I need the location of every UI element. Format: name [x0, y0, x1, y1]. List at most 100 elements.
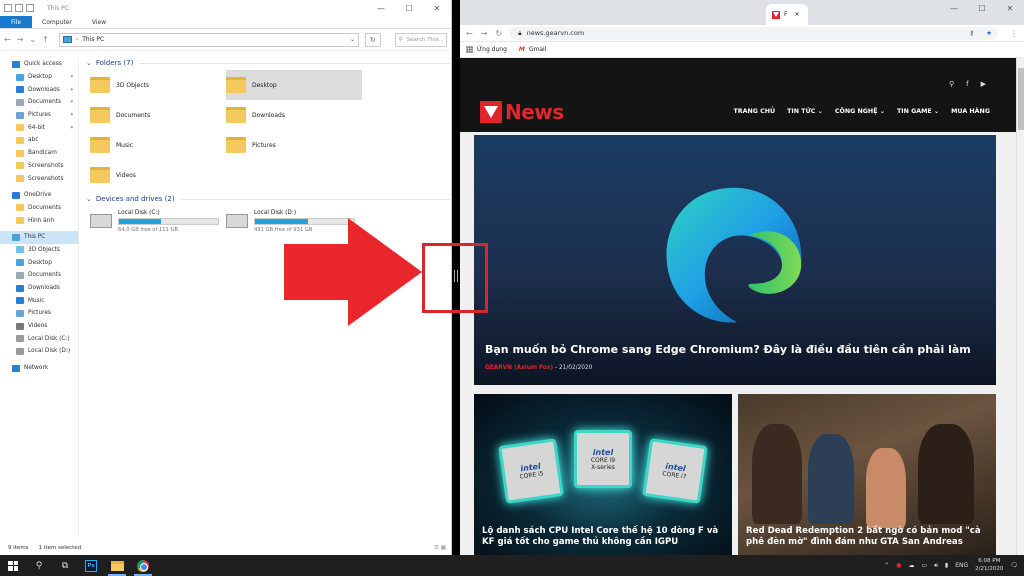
clock[interactable]: 6:08 PM 2/21/2020: [975, 558, 1003, 572]
maximize-button[interactable]: ☐: [968, 0, 996, 16]
nav-item[interactable]: Desktop ✦: [0, 71, 78, 84]
folders-section-header[interactable]: ⌄ Folders (7): [86, 56, 452, 70]
search-button[interactable]: ⚲: [26, 555, 52, 576]
menu-item-game[interactable]: TIN GAME ⌄: [897, 108, 939, 115]
nav-item[interactable]: 3D Objects: [0, 244, 78, 257]
nav-item[interactable]: Downloads: [0, 282, 78, 295]
drives-section-header[interactable]: ⌄ Devices and drives (2): [86, 192, 452, 206]
hero-title[interactable]: Bạn muốn bỏ Chrome sang Edge Chromium? Đ…: [485, 343, 971, 356]
nav-item[interactable]: Network: [0, 362, 78, 375]
reload-icon[interactable]: ↻: [495, 29, 502, 38]
bookmark-apps[interactable]: Ứng dụng: [466, 46, 507, 53]
forward-arrow-icon[interactable]: →: [481, 29, 488, 38]
menu-item-news[interactable]: TIN TỨC ⌄: [787, 108, 823, 115]
tab-close-icon[interactable]: ✕: [794, 11, 799, 18]
address-dropdown-icon[interactable]: ⌄: [350, 36, 355, 43]
collapse-chevron-icon[interactable]: ⌄: [86, 59, 92, 67]
folder-item[interactable]: Documents: [90, 100, 226, 130]
network-icon[interactable]: ▭: [921, 562, 927, 569]
refresh-button[interactable]: ↻: [365, 32, 381, 47]
search-icon[interactable]: ⚲: [949, 80, 954, 88]
back-arrow-icon[interactable]: ←: [4, 35, 11, 44]
recent-chevron-icon[interactable]: ⌄: [29, 35, 36, 44]
address-bar[interactable]: › This PC ⌄: [58, 32, 360, 47]
browser-tab[interactable]: F ✕: [766, 4, 808, 25]
folder-item[interactable]: Desktop: [226, 70, 362, 100]
nav-item[interactable]: 64-bit ✦: [0, 121, 78, 134]
menu-item-shop[interactable]: MUA HÀNG: [951, 108, 990, 115]
show-hidden-icons-chevron-icon[interactable]: ⌃: [884, 562, 889, 569]
article-card-rdr2[interactable]: Red Dead Redemption 2 bất ngờ có bản mod…: [738, 394, 996, 555]
nav-item[interactable]: Videos: [0, 320, 78, 333]
nav-item[interactable]: Documents ✦: [0, 96, 78, 109]
key-icon[interactable]: ⚷: [969, 29, 974, 37]
minimize-button[interactable]: —: [940, 0, 968, 16]
folder-item[interactable]: Pictures: [226, 130, 362, 160]
card-title[interactable]: Red Dead Redemption 2 bất ngờ có bản mod…: [746, 526, 988, 549]
task-view-button[interactable]: ⧉: [52, 555, 78, 576]
nav-item[interactable]: Quick access: [0, 58, 78, 71]
search-input[interactable]: ⚲ Search This...: [394, 32, 447, 47]
new-folder-icon[interactable]: [26, 4, 34, 12]
card-title[interactable]: Lộ danh sách CPU Intel Core thế hệ 10 dò…: [482, 526, 724, 549]
nav-item[interactable]: Bandicam: [0, 147, 78, 160]
properties-icon[interactable]: [15, 4, 23, 12]
facebook-icon[interactable]: f: [966, 80, 968, 88]
menu-item-tech[interactable]: CÔNG NGHỆ ⌄: [835, 108, 885, 115]
article-card-cpu[interactable]: intel CORE i5 intel CORE i9 X-series intel C…: [474, 394, 732, 555]
volume-icon[interactable]: 🔊︎: [934, 562, 938, 570]
nav-item[interactable]: Local Disk (D:): [0, 345, 78, 358]
back-arrow-icon[interactable]: ←: [466, 29, 473, 38]
nav-item[interactable]: Screenshots: [0, 160, 78, 173]
nav-item[interactable]: Documents: [0, 202, 78, 215]
tab-view[interactable]: View: [82, 16, 116, 28]
language-indicator[interactable]: ENG: [955, 562, 968, 569]
nav-item[interactable]: OneDrive: [0, 189, 78, 202]
nav-item[interactable]: abc: [0, 134, 78, 147]
minimize-button[interactable]: —: [367, 0, 395, 16]
youtube-icon[interactable]: ▶: [981, 80, 986, 88]
onedrive-icon[interactable]: ☁: [908, 562, 914, 569]
taskbar-chrome[interactable]: [130, 555, 156, 576]
omnibox[interactable]: 🔒︎ news.gearvn.com ⚷ ★: [510, 26, 998, 40]
view-toggle-icons[interactable]: ☰ ▦: [434, 545, 446, 551]
folder-item[interactable]: Music: [90, 130, 226, 160]
nav-item[interactable]: Documents: [0, 269, 78, 282]
taskbar-file-explorer[interactable]: [104, 555, 130, 576]
start-button[interactable]: [0, 555, 26, 576]
nav-item[interactable]: Hình ảnh: [0, 214, 78, 227]
close-button[interactable]: ✕: [996, 0, 1024, 16]
bookmark-star-icon[interactable]: ★: [986, 29, 992, 37]
collapse-chevron-icon[interactable]: ⌄: [86, 195, 92, 203]
scrollbar-thumb[interactable]: [1018, 68, 1024, 130]
folder-item[interactable]: Videos: [90, 160, 226, 190]
page-scrollbar[interactable]: [1016, 58, 1024, 555]
site-logo[interactable]: News: [480, 100, 564, 124]
folder-item[interactable]: Downloads: [226, 100, 362, 130]
tray-app-icon[interactable]: ●: [896, 562, 901, 569]
nav-item[interactable]: Desktop: [0, 256, 78, 269]
nav-item[interactable]: Local Disk (C:): [0, 332, 78, 345]
close-button[interactable]: ✕: [423, 0, 451, 16]
notification-icon[interactable]: 🗨︎: [1010, 562, 1018, 569]
hero-article[interactable]: Bạn muốn bỏ Chrome sang Edge Chromium? Đ…: [474, 135, 996, 385]
nav-item[interactable]: Pictures: [0, 307, 78, 320]
nav-item[interactable]: This PC: [0, 230, 78, 244]
battery-icon[interactable]: ▮: [945, 562, 948, 569]
menu-item-home[interactable]: TRANG CHỦ: [733, 108, 775, 115]
maximize-button[interactable]: ☐: [395, 0, 423, 16]
nav-item[interactable]: Downloads ✦: [0, 83, 78, 96]
taskbar-photoshop[interactable]: Ps: [78, 555, 104, 576]
quick-access-toolbar-icon[interactable]: [4, 4, 12, 12]
nav-item[interactable]: Screenshots: [0, 172, 78, 185]
folder-item[interactable]: 3D Objects: [90, 70, 226, 100]
nav-item[interactable]: Music: [0, 294, 78, 307]
tab-computer[interactable]: Computer: [32, 16, 82, 28]
hero-author[interactable]: GEARVN (Axium Fox): [485, 365, 553, 371]
up-arrow-icon[interactable]: ↑: [42, 35, 49, 44]
tab-file[interactable]: File: [0, 16, 33, 28]
menu-kebab-icon[interactable]: ⋮: [1010, 29, 1018, 38]
forward-arrow-icon[interactable]: →: [17, 35, 24, 44]
bookmark-gmail[interactable]: M Gmail: [519, 46, 547, 53]
nav-item[interactable]: Pictures ✦: [0, 109, 78, 122]
